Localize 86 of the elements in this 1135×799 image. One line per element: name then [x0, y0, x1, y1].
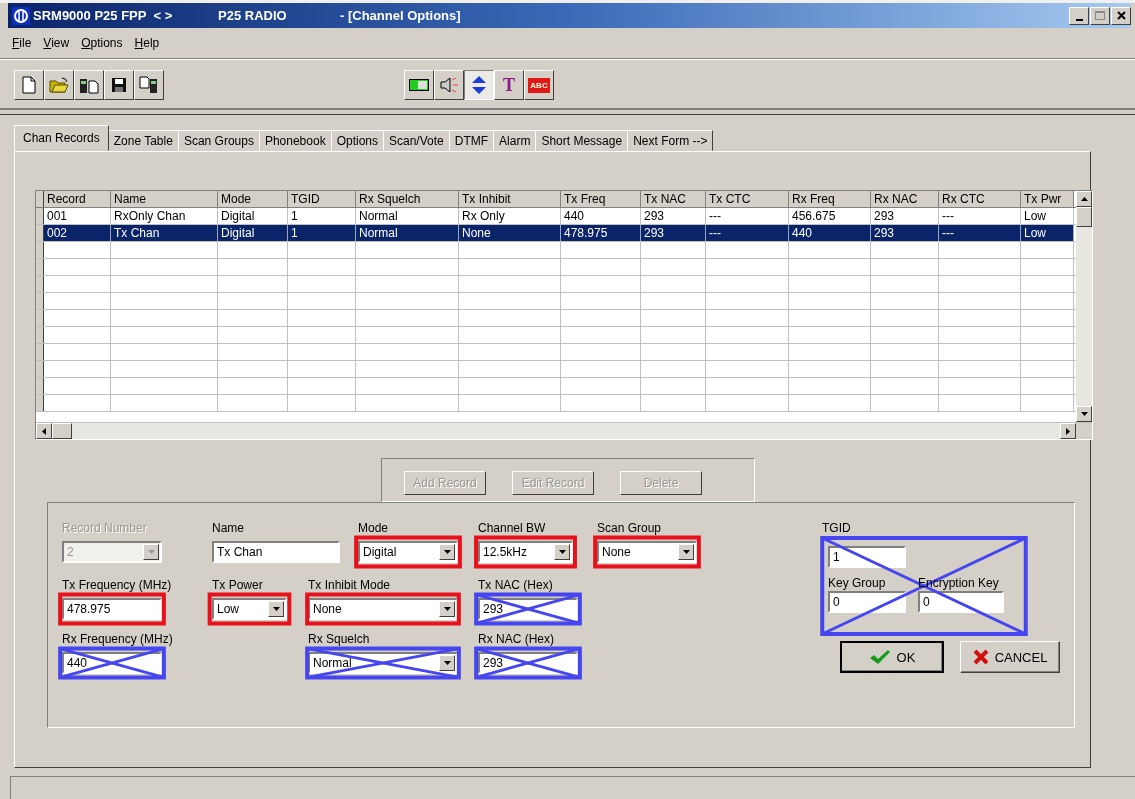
dropdown[interactable]: 12.5kHz [478, 541, 573, 563]
field-label: Scan Group [597, 521, 662, 535]
table-cell: --- [706, 225, 789, 241]
field-label: Tx NAC (Hex) [478, 577, 553, 592]
document-title: - [Channel Options] [340, 8, 461, 23]
tab[interactable]: Next Form --> [627, 130, 714, 151]
column-header[interactable]: Rx CTC [939, 191, 1021, 207]
tab[interactable]: Chan Records [14, 125, 109, 151]
column-header[interactable]: Rx NAC [871, 191, 939, 207]
table-cell: 293 [641, 208, 706, 224]
table-cell: 440 [789, 225, 871, 241]
table-cell: 1 [288, 208, 356, 224]
field-label: Rx NAC (Hex) [478, 632, 554, 646]
table-cell: RxOnly Chan [111, 208, 218, 224]
tab[interactable]: Scan/Vote [383, 130, 450, 151]
table-cell: 478.975 [561, 225, 641, 241]
table-cell: 293 [871, 225, 939, 241]
table-cell: --- [706, 208, 789, 224]
field-label: TGID [822, 521, 851, 535]
field-label: Rx Squelch [308, 632, 370, 646]
field-label: Tx Power [212, 577, 263, 592]
tab[interactable]: Scan Groups [177, 130, 260, 151]
field-label: Key Group [828, 576, 887, 590]
cancel-button[interactable]: CANCEL [960, 641, 1060, 673]
table-cell: None [459, 225, 561, 241]
column-header[interactable]: Tx NAC [641, 191, 706, 207]
table-cell: Digital [218, 208, 288, 224]
table-cell: Digital [218, 225, 288, 241]
field-label: Tx Inhibit Mode [308, 577, 391, 592]
dropdown[interactable]: Low [212, 597, 287, 620]
column-header[interactable]: Tx Pwr [1021, 191, 1074, 207]
text-field[interactable]: 0 [828, 591, 906, 613]
tab[interactable]: Options [330, 130, 384, 151]
table-cell: 002 [44, 225, 111, 241]
table-cell: 293 [871, 208, 939, 224]
dropdown[interactable]: Digital [358, 541, 458, 563]
ok-button[interactable]: OK [840, 641, 944, 673]
column-header[interactable]: Tx Inhibit [459, 191, 561, 207]
text-field[interactable]: Tx Chan [212, 541, 340, 563]
tab[interactable]: Short Message [535, 130, 629, 151]
field-label: Mode [358, 521, 389, 535]
menu-item[interactable]: Help [134, 36, 160, 52]
label-icon: ABC [528, 77, 550, 93]
dropdown[interactable]: None [308, 597, 458, 620]
table-cell: 001 [44, 208, 111, 224]
column-header[interactable]: TGID [288, 191, 356, 207]
tab[interactable]: Alarm [493, 130, 537, 151]
field-label: Tx Frequency (MHz) [62, 577, 172, 592]
table-cell: --- [939, 208, 1021, 224]
table-cell: Low [1021, 208, 1074, 224]
text-field[interactable]: 0 [918, 591, 1004, 613]
table-cell: Normal [356, 208, 459, 224]
window-subtitle: P25 RADIO [218, 8, 288, 23]
toolbar-button[interactable]: T [494, 70, 524, 100]
field-label: Rx Frequency (MHz) [62, 632, 173, 646]
table-cell: 456.675 [789, 208, 871, 224]
table-cell: Tx Chan [111, 225, 218, 241]
tab[interactable]: DTMF [448, 130, 495, 151]
table-row[interactable]: 002 Tx Chan Digital 1 Normal None 478.975 293 --- 440 293 --- Low [36, 225, 1076, 242]
table-cell: 293 [641, 225, 706, 241]
field-label: Record Number [62, 521, 147, 535]
table-cell: 440 [561, 208, 641, 224]
dropdown[interactable]: None [597, 541, 697, 563]
window-title: SRM9000 P25 FPP < > [33, 8, 174, 23]
table-cell: Rx Only [459, 208, 561, 224]
table-cell: Low [1021, 225, 1074, 241]
table-cell: Normal [356, 225, 459, 241]
column-header[interactable]: Mode [218, 191, 288, 207]
text-icon: T [503, 74, 515, 96]
menu-item[interactable]: View [43, 36, 70, 52]
menu-item[interactable]: File [12, 36, 32, 52]
tab[interactable]: Phonebook [258, 130, 332, 151]
table-cell: 1 [288, 225, 356, 241]
column-header[interactable]: Record [44, 191, 111, 207]
column-header[interactable]: Name [111, 191, 218, 207]
field-label: Name [212, 521, 244, 535]
text-field[interactable]: 478.975 [62, 597, 162, 620]
table-cell: --- [939, 225, 1021, 241]
column-header[interactable]: Rx Freq [789, 191, 871, 207]
menu-item[interactable]: Options [81, 36, 123, 52]
column-header[interactable]: Rx Squelch [356, 191, 459, 207]
text-field[interactable]: 1 [828, 546, 906, 568]
field-label: Channel BW [478, 521, 546, 535]
toolbar-button[interactable]: ABC [524, 70, 554, 100]
column-header[interactable]: Tx Freq [561, 191, 641, 207]
column-header[interactable]: Tx CTC [706, 191, 789, 207]
